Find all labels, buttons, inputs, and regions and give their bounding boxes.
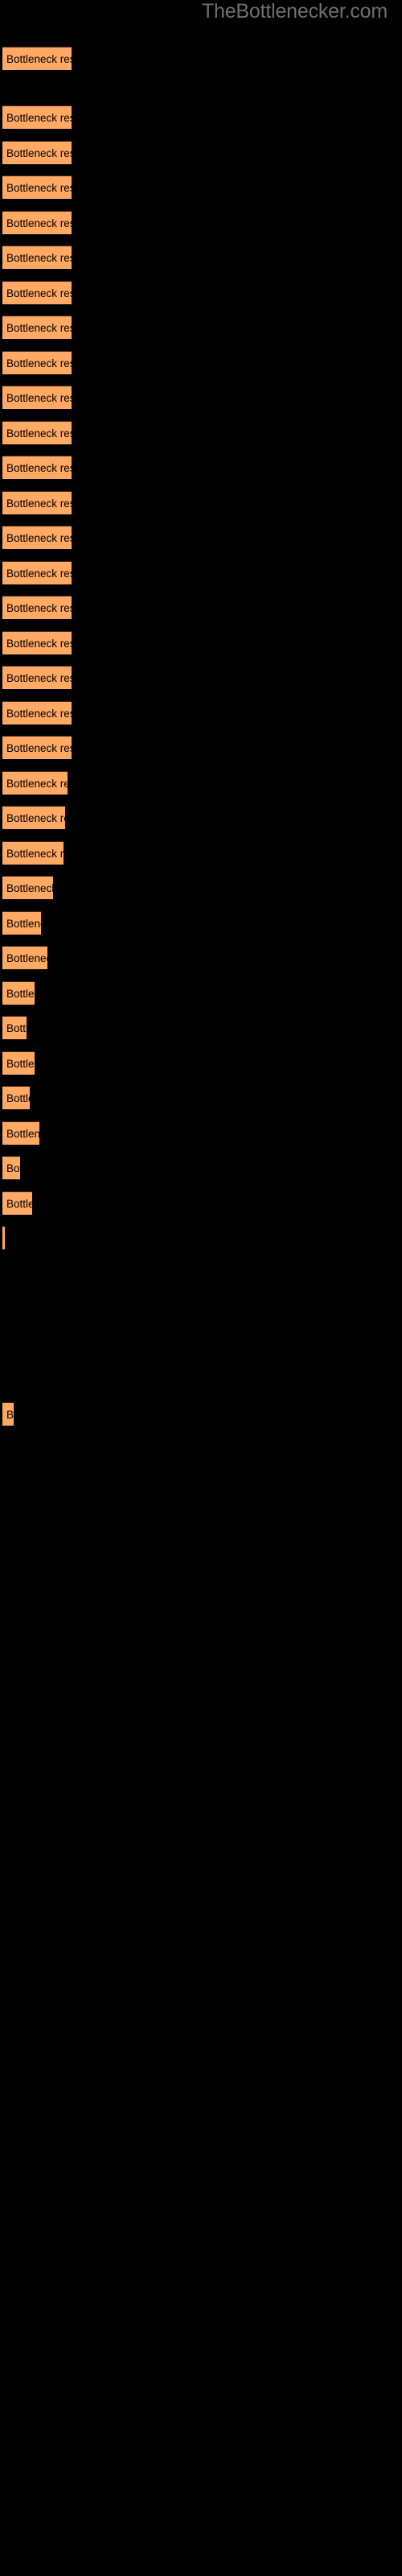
bar[interactable]: Bottleneck result — [2, 491, 72, 514]
bar[interactable]: Bottleneck result — [2, 701, 72, 724]
bar[interactable]: Bottleneck result — [2, 1156, 20, 1179]
bar-label: Bottleneck result — [6, 1162, 20, 1174]
bar[interactable]: Bottleneck result — [2, 386, 72, 409]
bar-label: Bottleneck result — [6, 392, 72, 404]
bar-label: Bottleneck result — [6, 427, 72, 440]
bar-label: Bottleneck result — [6, 217, 72, 229]
bar-label: Bottleneck result — [6, 1409, 14, 1421]
bar-label: Bottleneck result — [6, 252, 72, 264]
bar[interactable]: Bottleneck result — [2, 946, 47, 969]
bar-label: Bottleneck result — [6, 357, 72, 369]
bar[interactable]: Bottleneck result — [2, 631, 72, 654]
bar-label: Bottleneck result — [6, 778, 68, 790]
bar-label: Bottleneck result — [6, 1058, 35, 1070]
bar[interactable]: Bottleneck result — [2, 1402, 14, 1426]
bar[interactable]: Bottleneck result — [2, 841, 64, 865]
bar-label: Bottleneck result — [6, 918, 41, 930]
bar-label: Bottleneck result — [6, 638, 72, 650]
bar[interactable]: Bottleneck result — [2, 211, 72, 234]
bar-label: Bottleneck result — [6, 1198, 32, 1210]
bar-label: Bottleneck result — [6, 1092, 30, 1104]
bar-label: Bottleneck result — [6, 742, 72, 754]
bar[interactable]: Bottleneck result — [2, 351, 72, 374]
bar-label: Bottleneck result — [6, 812, 65, 824]
bar[interactable]: Bottleneck result — [2, 175, 72, 199]
bar[interactable]: Bottleneck result — [2, 736, 72, 759]
bar-label: Bottleneck result — [6, 53, 72, 65]
bar[interactable]: Bottleneck result — [2, 526, 72, 549]
bar[interactable]: Bottleneck result — [2, 1016, 27, 1039]
bar[interactable]: Bottleneck result — [2, 1226, 5, 1249]
bar-label: Bottleneck result — [6, 848, 64, 860]
bar-label: Bottleneck result — [6, 182, 72, 194]
bar-label: Bottleneck result — [6, 1022, 27, 1034]
bottleneck-bar-chart: Bottleneck result Bottleneck result Bottle… — [0, 0, 402, 2576]
bar-label: Bottleneck result — [6, 988, 35, 1000]
bar-label: Bottleneck result — [6, 672, 72, 684]
bar[interactable]: Bottleneck result — [2, 806, 65, 829]
bar[interactable]: Bottleneck result — [2, 281, 72, 304]
bar[interactable]: Bottleneck result — [2, 246, 72, 269]
bar-label: Bottleneck result — [6, 322, 72, 334]
bar[interactable]: Bottleneck result — [2, 1051, 35, 1075]
bar-label: Bottleneck result — [6, 1128, 39, 1140]
bar[interactable]: Bottleneck result — [2, 911, 41, 935]
bar-label: Bottleneck result — [6, 532, 72, 544]
bar-label: Bottleneck result — [6, 497, 72, 510]
bar-label: Bottleneck result — [6, 568, 72, 580]
bar[interactable]: Bottleneck result — [2, 666, 72, 689]
bar[interactable]: Bottleneck result — [2, 876, 53, 899]
bar[interactable]: Bottleneck result — [2, 561, 72, 584]
bar[interactable]: Bottleneck result — [2, 47, 72, 70]
bar[interactable]: Bottleneck result — [2, 316, 72, 339]
bar-label: Bottleneck result — [6, 287, 72, 299]
bar[interactable]: Bottleneck result — [2, 596, 72, 619]
bar-label: Bottleneck result — [6, 882, 53, 894]
bar[interactable]: Bottleneck result — [2, 456, 72, 479]
bar[interactable]: Bottleneck result — [2, 1191, 32, 1215]
bar[interactable]: Bottleneck result — [2, 141, 72, 164]
bar[interactable]: Bottleneck result — [2, 981, 35, 1005]
bar[interactable]: Bottleneck result — [2, 421, 72, 444]
bar-label: Bottleneck result — [6, 462, 72, 474]
bar-label: Bottleneck result — [6, 708, 72, 720]
bar[interactable]: Bottleneck result — [2, 1121, 39, 1145]
bar-label: Bottleneck result — [6, 952, 47, 964]
bar-label: Bottleneck result — [6, 147, 72, 159]
bar[interactable]: Bottleneck result — [2, 1086, 30, 1109]
bar-label: Bottleneck result — [6, 112, 72, 124]
bar[interactable]: Bottleneck result — [2, 105, 72, 129]
bar[interactable]: Bottleneck result — [2, 771, 68, 795]
bar-label: Bottleneck result — [6, 602, 72, 614]
